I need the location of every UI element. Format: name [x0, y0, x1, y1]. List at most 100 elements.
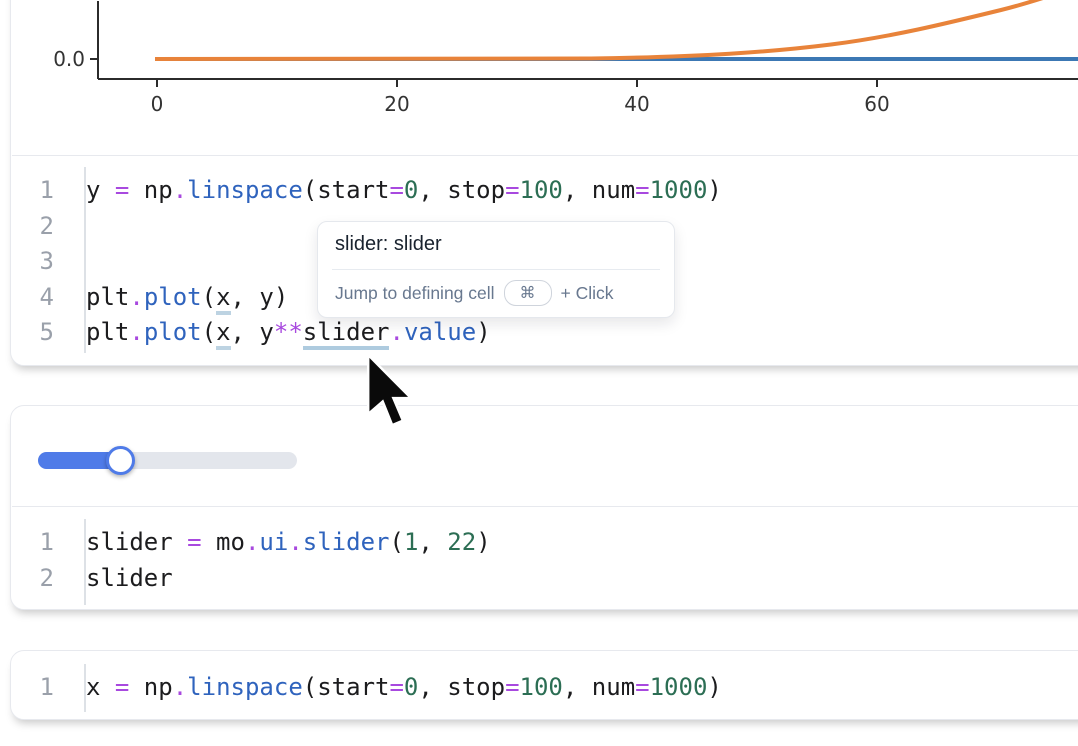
code-token: =: [115, 176, 129, 204]
line-number: 2: [18, 209, 54, 245]
cell-x: 1 x = np.linspace(start=0, stop=100, num…: [10, 650, 1078, 720]
code-token: 100: [520, 673, 563, 701]
line-numbers: 12: [18, 525, 54, 596]
code-token: x: [216, 283, 230, 315]
line-numbers: 1: [18, 670, 54, 706]
code-token: .: [288, 528, 302, 556]
code-token: slider: [303, 528, 390, 556]
code-token: ): [476, 528, 490, 556]
x-tick-label: 0: [151, 92, 164, 116]
variable-tooltip: slider: slider Jump to defining cell ⌘ +…: [317, 221, 675, 318]
code-token: , num: [563, 673, 635, 701]
code-line[interactable]: plt.plot(x, y**slider.value): [86, 315, 722, 351]
slider-track[interactable]: [38, 452, 297, 469]
code-token: =: [187, 528, 201, 556]
x-tick-label: 60: [864, 92, 889, 116]
line-number: 1: [18, 525, 54, 561]
code-token: =: [505, 673, 519, 701]
tooltip-action-label: Jump to defining cell: [335, 283, 495, 304]
line-number: 1: [18, 173, 54, 209]
code-token: (start: [303, 673, 390, 701]
code-lines[interactable]: slider = mo.ui.slider(1, 22)slider: [86, 525, 491, 596]
code-token: , stop: [418, 176, 505, 204]
code-token: 1000: [650, 673, 708, 701]
code-token: , y): [231, 283, 289, 311]
hovered-variable-token[interactable]: slider: [303, 318, 390, 350]
cmd-key-badge: ⌘: [504, 280, 552, 306]
code-token: ): [707, 176, 721, 204]
code-line[interactable]: x = np.linspace(start=0, stop=100, num=1…: [86, 670, 722, 706]
code-token: slider: [86, 528, 187, 556]
line-numbers: 12345: [18, 173, 54, 351]
code-token: np: [129, 176, 172, 204]
code-token: .: [173, 176, 187, 204]
code-line[interactable]: y = np.linspace(start=0, stop=100, num=1…: [86, 173, 722, 209]
code-token: (: [389, 528, 403, 556]
line-number: 3: [18, 244, 54, 280]
line-number: 2: [18, 561, 54, 597]
code-token: , num: [563, 176, 635, 204]
code-token: linspace: [187, 673, 303, 701]
line-number: 5: [18, 315, 54, 351]
code-token: x: [86, 673, 115, 701]
code-token: 1: [404, 528, 418, 556]
code-token: .: [389, 318, 403, 346]
code-token: y: [86, 176, 115, 204]
plot-output: 0.0 0 20 40 60: [11, 1, 1078, 154]
code-token: ui: [259, 528, 288, 556]
code-token: (: [202, 318, 216, 346]
code-token: .: [129, 318, 143, 346]
code-token: 22: [447, 528, 476, 556]
tooltip-click-label: + Click: [561, 283, 614, 304]
mouse-cursor-icon: [364, 353, 422, 437]
line-number: 4: [18, 280, 54, 316]
slider-handle[interactable]: [106, 446, 135, 475]
x-tick-label: 40: [624, 92, 649, 116]
code-token: plot: [144, 318, 202, 346]
code-token: , stop: [418, 673, 505, 701]
code-token: x: [216, 318, 230, 350]
code-token: 100: [520, 176, 563, 204]
code-token: =: [505, 176, 519, 204]
code-line[interactable]: slider: [86, 561, 491, 597]
code-token: mo: [202, 528, 245, 556]
plot-series-orange: [155, 0, 1078, 59]
marimo-notebook: 0.0 0 20 40 60 12345 y = np.linspace(sta…: [0, 0, 1078, 746]
code-token: linspace: [187, 176, 303, 204]
output-code-divider: [12, 506, 1078, 507]
tooltip-divider: [332, 269, 660, 270]
x-ticks: [157, 79, 877, 87]
cell-slider: 12 slider = mo.ui.slider(1, 22)slider: [10, 405, 1078, 610]
code-lines[interactable]: x = np.linspace(start=0, stop=100, num=1…: [86, 670, 722, 706]
code-token: ): [476, 318, 490, 346]
line-number: 1: [18, 670, 54, 706]
x-tick-label: 20: [384, 92, 409, 116]
code-token: .: [245, 528, 259, 556]
code-token: slider: [86, 564, 173, 592]
code-token: (: [202, 283, 216, 311]
code-token: 1000: [650, 176, 708, 204]
code-token: =: [389, 176, 403, 204]
code-token: plt: [86, 283, 129, 311]
code-token: 0: [404, 176, 418, 204]
code-token: 0: [404, 673, 418, 701]
code-token: (start: [303, 176, 390, 204]
code-token: **: [274, 318, 303, 346]
output-code-divider: [12, 155, 1078, 156]
code-token: plot: [144, 283, 202, 311]
code-line[interactable]: slider = mo.ui.slider(1, 22): [86, 525, 491, 561]
code-token: np: [129, 673, 172, 701]
code-token: =: [635, 176, 649, 204]
code-token: .: [173, 673, 187, 701]
code-token: value: [404, 318, 476, 346]
code-token: .: [129, 283, 143, 311]
tooltip-title: slider: slider: [335, 233, 442, 256]
code-token: =: [389, 673, 403, 701]
code-token: =: [635, 673, 649, 701]
code-token: ,: [418, 528, 447, 556]
y-tick-label: 0.0: [53, 47, 85, 71]
code-token: ): [707, 673, 721, 701]
code-token: plt: [86, 318, 129, 346]
code-token: , y: [231, 318, 274, 346]
code-token: =: [115, 673, 129, 701]
